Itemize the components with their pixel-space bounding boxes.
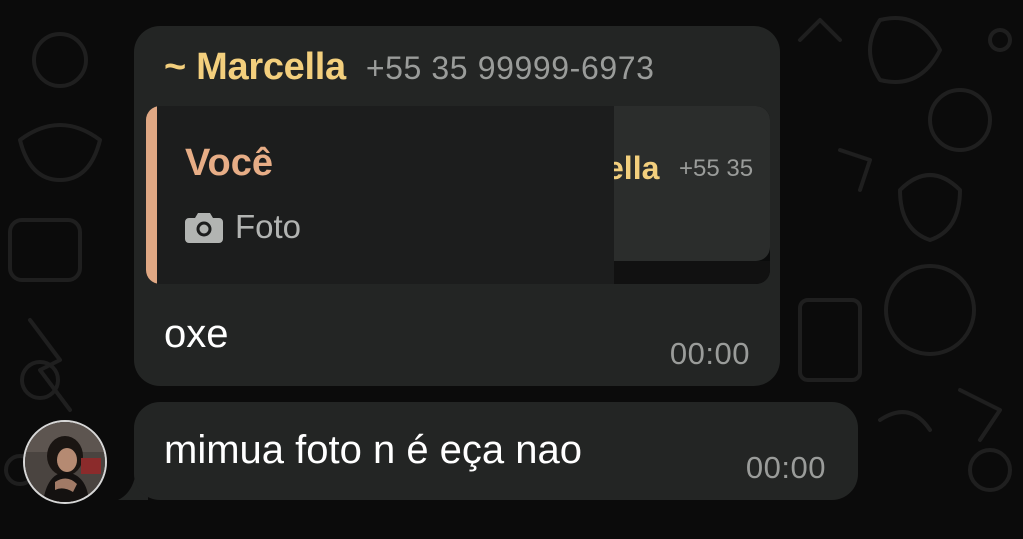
user-avatar[interactable] bbox=[23, 420, 107, 504]
quoted-image-thumbnail[interactable]: ella +55 35 bbox=[614, 106, 770, 284]
message-bubble-incoming[interactable]: ~ Marcella +55 35 99999-6973 Você Foto e… bbox=[134, 26, 780, 386]
camera-icon bbox=[185, 211, 223, 243]
sender-header: ~ Marcella +55 35 99999-6973 bbox=[164, 46, 655, 89]
quoted-media-type: Foto bbox=[235, 208, 302, 245]
message-timestamp: 00:00 bbox=[669, 336, 750, 371]
sender-name[interactable]: ~ Marcella bbox=[164, 46, 346, 89]
thumbnail-footer bbox=[614, 261, 770, 284]
message-text: mimua foto n é eça nao bbox=[164, 428, 583, 472]
message-timestamp: 00:00 bbox=[745, 450, 826, 485]
quoted-author: Você bbox=[185, 142, 274, 184]
thumbnail-preview: ella +55 35 bbox=[614, 106, 770, 261]
message-text: oxe bbox=[164, 312, 229, 356]
thumbnail-sender-name: ella bbox=[614, 150, 660, 186]
quoted-media-label: Foto bbox=[185, 208, 301, 246]
quoted-message[interactable]: Você Foto ella +55 35 bbox=[146, 106, 770, 284]
quote-accent-bar bbox=[146, 106, 157, 284]
thumbnail-sender-phone: +55 35 bbox=[679, 155, 754, 182]
sender-phone[interactable]: +55 35 99999-6973 bbox=[366, 50, 655, 87]
message-bubble-incoming[interactable]: mimua foto n é eça nao 00:00 bbox=[134, 402, 858, 500]
